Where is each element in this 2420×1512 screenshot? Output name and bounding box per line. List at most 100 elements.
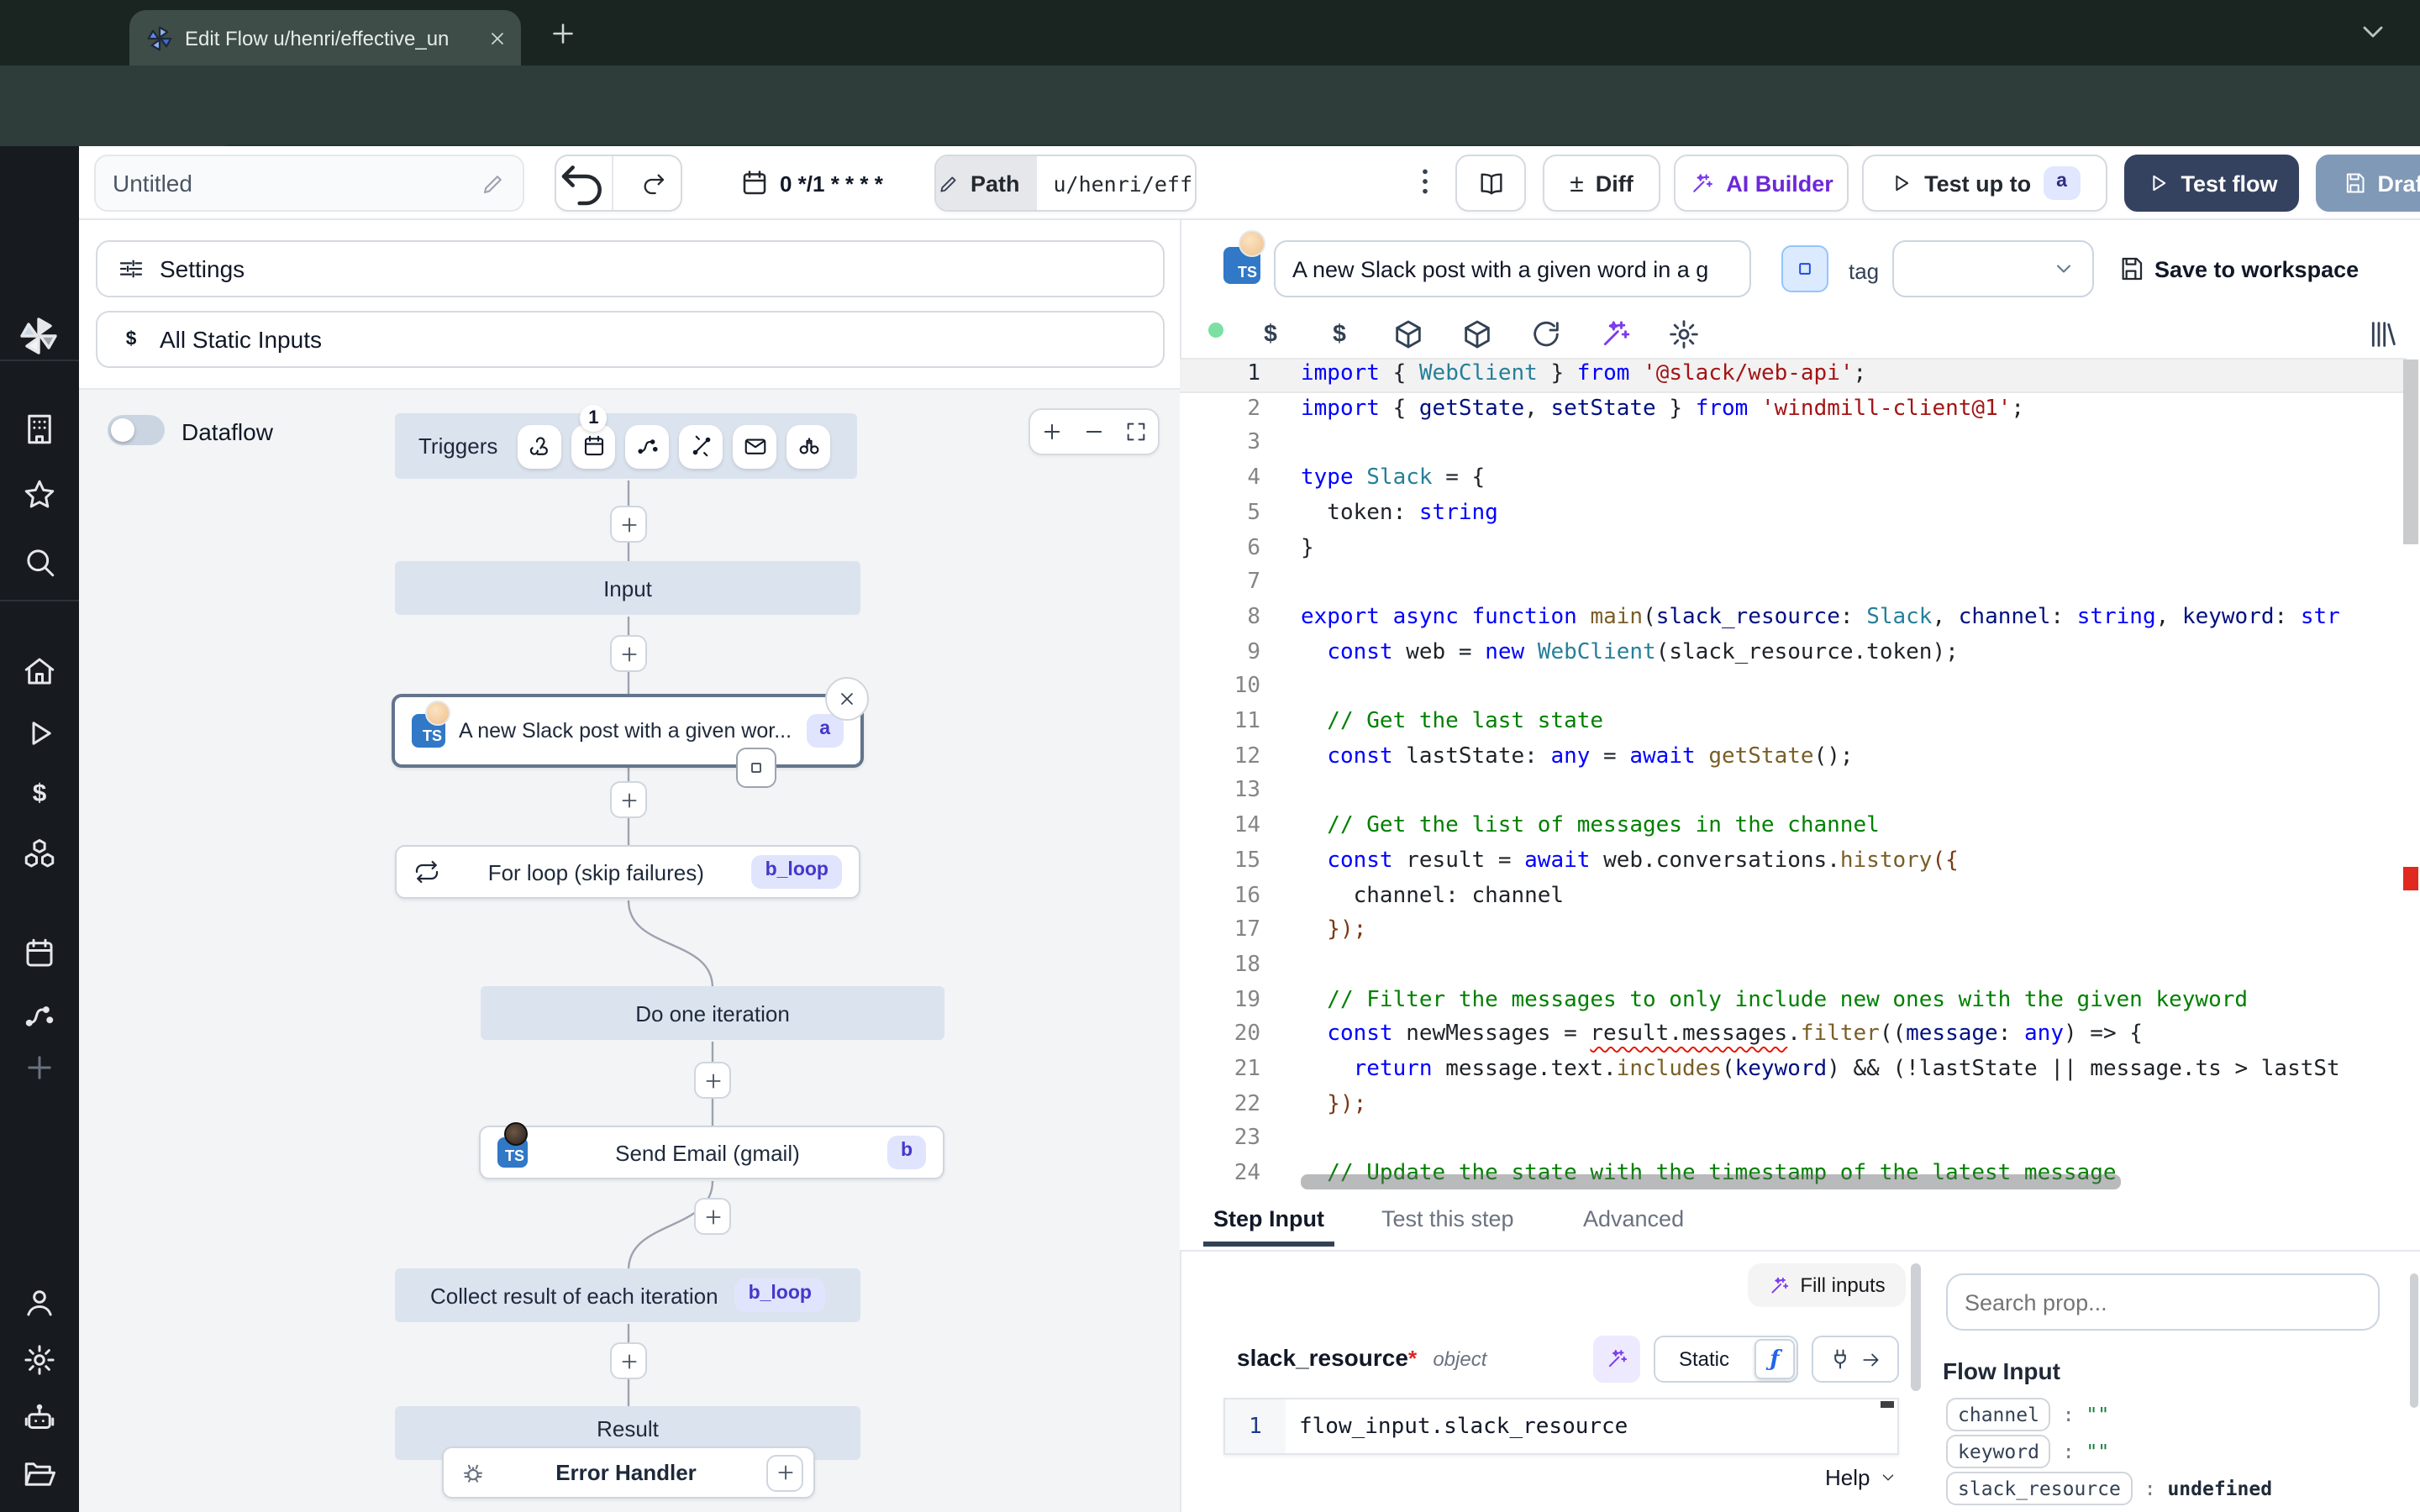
code-line-2[interactable]: 2import { getState, setState } from 'win… — [1180, 392, 2420, 427]
trigger-chip-poll-trigger-icon[interactable] — [786, 424, 830, 468]
browser-tab[interactable]: Edit Flow u/henri/effective_un — [129, 10, 521, 66]
window-chevron-icon[interactable] — [2356, 15, 2390, 49]
code-line-13[interactable]: 13 — [1180, 775, 2420, 810]
vertical-scrollbar[interactable] — [2403, 360, 2418, 544]
stop-after-step-button[interactable] — [736, 748, 776, 788]
function-f-icon[interactable]: ƒ — [1754, 1339, 1795, 1379]
code-line-9[interactable]: 9 const web = new WebClient(slack_resour… — [1180, 636, 2420, 670]
sidebar-item-favorites[interactable] — [22, 477, 57, 512]
fit-view-icon[interactable] — [1125, 420, 1149, 444]
code-line-4[interactable]: 4type Slack = { — [1180, 462, 2420, 496]
props-scrollbar[interactable] — [2410, 1273, 2418, 1408]
save-to-workspace-button[interactable]: Save to workspace — [2154, 257, 2359, 282]
trigger-chip-email-trigger-icon[interactable] — [733, 424, 776, 468]
trigger-chip-webhook-trigger-icon[interactable] — [518, 424, 561, 468]
test-flow-button[interactable]: Test flow — [2124, 155, 2299, 212]
sidebar-item-resources[interactable] — [22, 837, 57, 872]
sidebar-item-search[interactable] — [22, 544, 57, 580]
for-loop-node[interactable]: For loop (skip failures) b_loop — [395, 845, 860, 899]
flow-name-input[interactable] — [94, 155, 524, 212]
code-line-10[interactable]: 10 — [1180, 671, 2420, 706]
code-line-11[interactable]: 11 // Get the last state — [1180, 706, 2420, 740]
trigger-chip-route-trigger-icon[interactable] — [625, 424, 669, 468]
static-function-toggle[interactable]: Static ƒ — [1654, 1336, 1798, 1383]
collect-result-node[interactable]: Collect result of each iteration b_loop — [395, 1268, 860, 1322]
settings-button[interactable]: Settings — [96, 240, 1165, 297]
code-line-16[interactable]: 16 channel: channel — [1180, 879, 2420, 914]
search-prop-input[interactable] — [1946, 1273, 2380, 1331]
tab-close-icon[interactable] — [487, 28, 508, 48]
all-static-inputs-button[interactable]: $ All Static Inputs — [96, 311, 1165, 368]
insert-step-button[interactable] — [610, 781, 647, 818]
step-name-input[interactable] — [1274, 240, 1751, 297]
ai-builder-button[interactable]: AI Builder — [1674, 155, 1849, 212]
code-line-19[interactable]: 19 // Filter the messages to only includ… — [1180, 984, 2420, 1018]
edit-name-pencil-icon[interactable] — [481, 171, 506, 196]
sidebar-item-runs[interactable] — [22, 716, 57, 751]
zoom-in-icon[interactable] — [1039, 420, 1063, 444]
flow-input-node[interactable]: Input — [395, 561, 860, 615]
tab-test-this-step[interactable]: Test this step — [1381, 1206, 1514, 1231]
windmill-logo[interactable] — [18, 316, 59, 356]
editor-settings-gear-icon[interactable] — [1667, 318, 1701, 351]
sidebar-item-variables[interactable]: $ — [22, 776, 57, 811]
sidebar-item-folders[interactable] — [22, 1457, 57, 1492]
sidebar-item-workspace[interactable] — [22, 412, 57, 447]
connect-input-button[interactable] — [1812, 1336, 1899, 1383]
sidebar-item-routes[interactable] — [22, 998, 57, 1033]
do-one-iteration-node[interactable]: Do one iteration — [481, 986, 944, 1040]
zoom-out-icon[interactable] — [1082, 420, 1106, 444]
prop-name[interactable]: channel — [1946, 1398, 2051, 1431]
cache-step-button[interactable] — [1781, 245, 1828, 292]
variables-dollar-icon[interactable]: $ — [1323, 318, 1356, 351]
fill-inputs-button[interactable]: Fill inputs — [1748, 1263, 1906, 1307]
tab-step-input[interactable]: Step Input — [1213, 1206, 1324, 1231]
flow-input-prop-keyword[interactable]: keyword : "" — [1946, 1435, 2109, 1468]
prop-name[interactable]: slack_resource — [1946, 1472, 2133, 1505]
horizontal-scrollbar[interactable] — [1301, 1174, 2121, 1189]
sidebar-item-schedules[interactable] — [22, 936, 57, 971]
code-line-15[interactable]: 15 const result = await web.conversation… — [1180, 845, 2420, 879]
redo-button[interactable] — [625, 170, 681, 197]
insert-step-button[interactable] — [610, 635, 647, 672]
sidebar-item-settings[interactable] — [22, 1342, 57, 1378]
package-icon[interactable] — [1460, 318, 1494, 351]
undo-button[interactable] — [556, 156, 613, 210]
code-line-12[interactable]: 12 const lastState: any = await getState… — [1180, 740, 2420, 774]
path-chip[interactable]: Path u/henri/eff — [934, 155, 1197, 212]
code-line-5[interactable]: 5 token: string — [1180, 497, 2420, 532]
ai-fill-button[interactable] — [1593, 1336, 1640, 1383]
insert-step-button[interactable] — [610, 1342, 647, 1379]
tag-select[interactable] — [1892, 240, 2094, 297]
expression-editor[interactable]: 1 flow_input.slack_resource — [1223, 1398, 1899, 1455]
sidebar-item-workers[interactable] — [22, 1401, 57, 1436]
code-line-14[interactable]: 14 // Get the list of messages in the ch… — [1180, 810, 2420, 844]
ai-wand-icon[interactable] — [1598, 318, 1632, 351]
code-line-20[interactable]: 20 const newMessages = result.messages.f… — [1180, 1019, 2420, 1053]
code-line-23[interactable]: 23 — [1180, 1123, 2420, 1158]
insert-step-button[interactable] — [694, 1062, 731, 1099]
add-error-handler-button[interactable] — [766, 1454, 803, 1491]
triggers-node[interactable]: Triggers 1 — [395, 413, 857, 479]
package-icon[interactable] — [1392, 318, 1425, 351]
flow-input-prop-slack_resource[interactable]: slack_resource : undefined — [1946, 1472, 2272, 1505]
code-line-22[interactable]: 22 }); — [1180, 1088, 2420, 1122]
code-line-18[interactable]: 18 — [1180, 949, 2420, 984]
error-handler-node[interactable]: Error Handler — [442, 1446, 815, 1499]
library-icon[interactable] — [2366, 318, 2400, 351]
insert-step-button[interactable] — [694, 1198, 731, 1235]
draft-button[interactable]: Draft — [2316, 155, 2420, 212]
panel-scrollbar[interactable] — [1911, 1263, 1921, 1391]
tab-advanced[interactable]: Advanced — [1583, 1206, 1684, 1231]
slack-step-node[interactable]: TS A new Slack post with a given wor... … — [392, 694, 864, 768]
test-up-to-step-badge[interactable]: a — [2043, 167, 2081, 200]
code-line-17[interactable]: 17 }); — [1180, 914, 2420, 948]
schedule-calendar-icon[interactable] — [739, 168, 770, 198]
diff-button[interactable]: ± Diff — [1543, 155, 1660, 212]
flow-input-prop-channel[interactable]: channel : "" — [1946, 1398, 2109, 1431]
code-line-3[interactable]: 3 — [1180, 428, 2420, 462]
delete-step-button[interactable] — [825, 677, 869, 721]
assets-dollar-icon[interactable]: $ — [1254, 318, 1287, 351]
sidebar-item-add[interactable] — [22, 1050, 57, 1085]
docs-book-button[interactable] — [1455, 155, 1526, 212]
